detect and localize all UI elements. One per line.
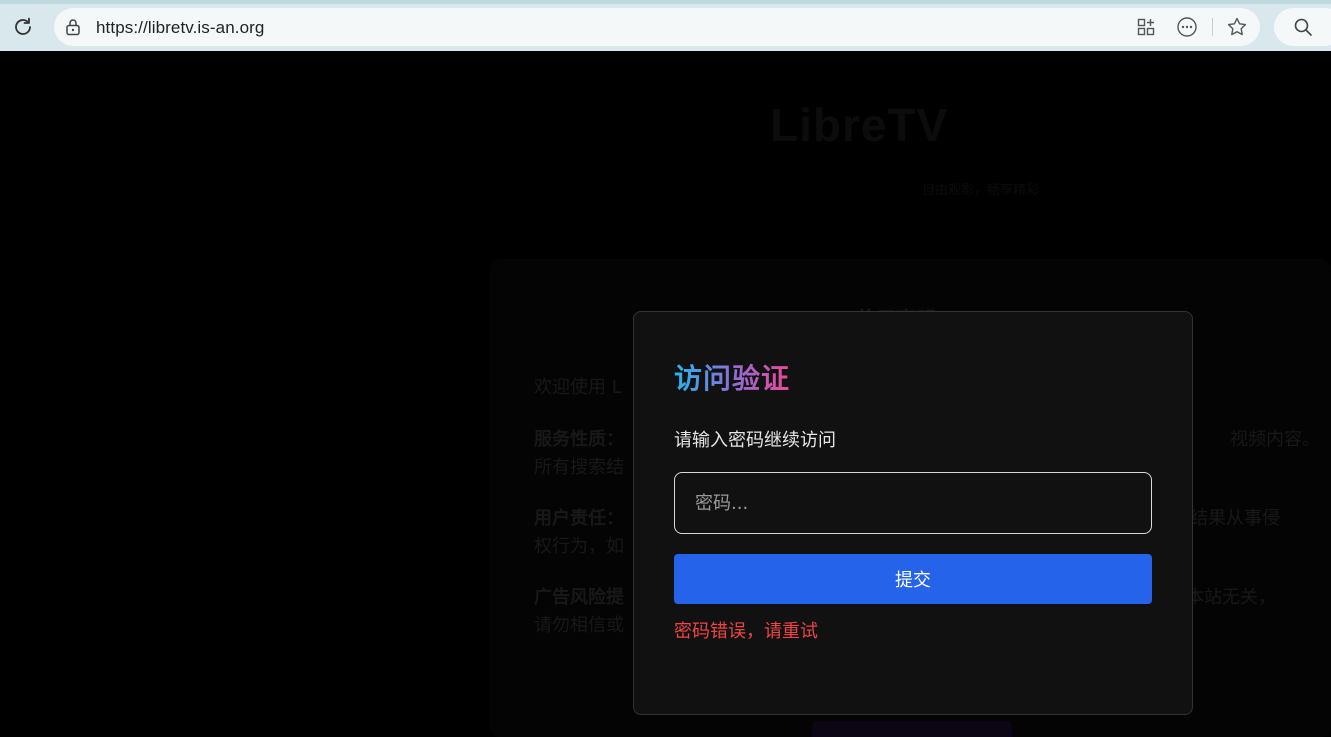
lock-icon[interactable] [62, 16, 84, 38]
disclaimer-accept-button [812, 721, 1012, 737]
disclaimer-p1-tail: 视频内容。 [1230, 429, 1320, 450]
modal-subtitle: 请输入密码继续访问 [674, 430, 836, 451]
reload-icon[interactable] [8, 12, 38, 42]
modal-title: 访问验证 [674, 357, 790, 397]
password-input[interactable] [674, 472, 1152, 534]
password-modal: 访问验证 请输入密码继续访问 提交 密码错误，请重试 [633, 311, 1193, 715]
search-button[interactable] [1274, 8, 1331, 46]
disclaimer-p3-label: 广告风险提 [534, 587, 624, 608]
disclaimer-p2-tail: 结果从事侵 [1190, 508, 1280, 529]
more-options-icon[interactable] [1175, 15, 1199, 39]
error-message: 密码错误，请重试 [674, 621, 818, 642]
site-tagline: 自由观影，畅享精彩 [922, 183, 1040, 198]
disclaimer-p2-line2: 权行为，如 [534, 536, 624, 557]
disclaimer-intro: 欢迎使用 L [534, 377, 622, 398]
submit-button[interactable]: 提交 [674, 554, 1152, 604]
site-logo: LibreTV [770, 99, 949, 151]
apps-icon[interactable] [1134, 15, 1158, 39]
disclaimer-p3-line2: 请勿相信或 [534, 615, 624, 636]
url-text[interactable]: https://libretv.is-an.org [96, 18, 264, 38]
favorite-star-icon[interactable] [1225, 15, 1249, 39]
disclaimer-p1-label: 服务性质： [534, 429, 624, 450]
disclaimer-p1-line2: 所有搜索结 [534, 457, 624, 478]
address-bar[interactable]: https://libretv.is-an.org [54, 8, 1260, 46]
browser-toolbar: https://libretv.is-an.org [0, 0, 1331, 51]
disclaimer-p2-label: 用户责任： [534, 508, 624, 529]
disclaimer-p3-tail: 本站无关， [1186, 587, 1276, 608]
search-icon[interactable] [1292, 16, 1314, 38]
toolbar-divider [1212, 18, 1213, 36]
